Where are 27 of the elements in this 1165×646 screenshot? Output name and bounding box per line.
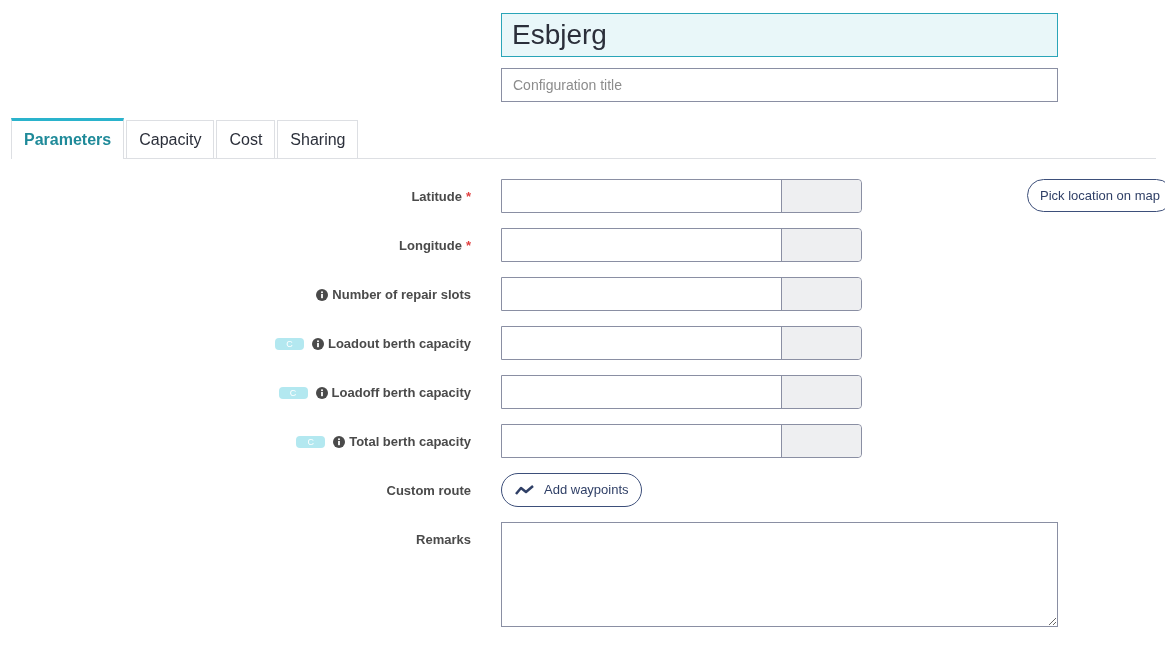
field-label: Latitude (411, 188, 462, 206)
number-field[interactable] (501, 228, 862, 262)
number-field[interactable] (501, 375, 862, 409)
tab[interactable]: Sharing (277, 120, 359, 158)
field-label: Custom route (386, 482, 471, 500)
tag: C (296, 435, 326, 448)
route-line-icon (514, 484, 536, 496)
tab[interactable]: Cost (216, 120, 276, 158)
field-label: Loadoff berth capacity (331, 384, 471, 402)
tab[interactable]: Capacity (126, 120, 215, 158)
number-field[interactable] (501, 424, 862, 458)
tab[interactable]: Parameters (11, 118, 125, 159)
field-label: Loadout berth capacity (327, 335, 471, 353)
field-label: Total berth capacity (349, 433, 471, 451)
title-field[interactable]: Esbjerg (501, 13, 1058, 57)
required-mark: * (465, 188, 471, 206)
required-mark: * (465, 237, 471, 255)
remarks-field[interactable] (501, 522, 1058, 627)
number-field[interactable] (501, 179, 862, 213)
tag: C (278, 386, 308, 399)
field-label: Remarks (416, 531, 471, 549)
field-label: Number of repair slots (332, 286, 471, 304)
number-field[interactable] (501, 326, 862, 360)
configuration-title-field[interactable]: Configuration title (501, 68, 1058, 102)
tag: C (274, 337, 304, 350)
number-field[interactable] (501, 277, 862, 311)
field-label: Longitude (399, 237, 462, 255)
